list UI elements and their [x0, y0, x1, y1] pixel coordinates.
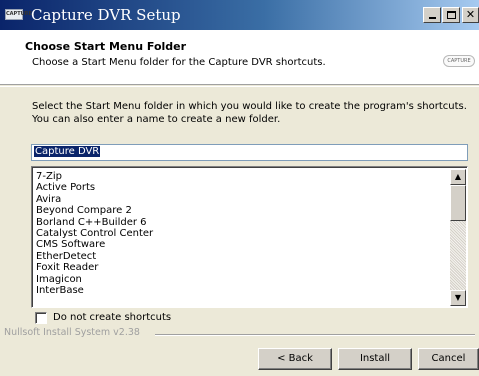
page-title: Choose Start Menu Folder: [25, 40, 187, 53]
folder-name-input[interactable]: Capture DVR: [31, 144, 468, 161]
page-header: Choose Start Menu Folder Choose a Start …: [0, 30, 479, 85]
installer-branding: Nullsoft Install System v2.38: [4, 327, 140, 338]
window-title: Capture DVR Setup: [31, 6, 181, 24]
instructions-text: Select the Start Menu folder in which yo…: [32, 101, 467, 125]
folder-list-items: 7-Zip Active Ports Avira Beyond Compare 2 Bo…: [36, 171, 153, 296]
page-subtitle: Choose a Start Menu folder for the Captu…: [32, 57, 326, 68]
scrollbar-thumb[interactable]: [450, 185, 466, 221]
folder-list-item[interactable]: Beyond Compare 2: [36, 205, 153, 216]
no-shortcuts-checkbox[interactable]: [35, 312, 47, 324]
app-icon: CAPTURE: [5, 9, 32, 20]
folder-list-item[interactable]: Borland C++Builder 6: [36, 217, 153, 228]
no-shortcuts-label: Do not create shortcuts: [53, 312, 172, 323]
folder-list-item[interactable]: EtherDetect: [36, 251, 153, 262]
folder-list-item[interactable]: 7-Zip: [36, 171, 153, 182]
capture-logo: CAPTURE: [443, 55, 475, 67]
footer-divider: [155, 334, 475, 336]
folder-list-item[interactable]: Active Ports: [36, 182, 153, 193]
install-button-label: Install: [359, 353, 391, 364]
back-button-label: < Back: [277, 353, 313, 364]
maximize-icon: [446, 11, 456, 19]
header-divider: [0, 86, 479, 87]
cancel-button-label: Cancel: [431, 353, 466, 364]
title-bar[interactable]: CAPTURE Capture DVR Setup ✕: [0, 0, 479, 30]
folder-name-value: Capture DVR: [34, 146, 101, 157]
folder-list-item[interactable]: CMS Software: [36, 239, 153, 250]
scroll-down-icon: ▼: [454, 293, 462, 302]
install-button[interactable]: Install: [338, 348, 412, 370]
folder-list-item[interactable]: Foxit Reader: [36, 262, 153, 273]
scroll-up-icon: ▲: [454, 172, 462, 181]
folder-list-item[interactable]: InterBase: [36, 285, 153, 296]
minimize-button[interactable]: [423, 7, 441, 23]
start-menu-folder-list[interactable]: 7-Zip Active Ports Avira Beyond Compare 2 Bo…: [31, 166, 468, 308]
minimize-icon: [428, 17, 436, 19]
scroll-up-button[interactable]: ▲: [450, 169, 466, 185]
back-button[interactable]: < Back: [258, 348, 332, 370]
close-button[interactable]: ✕: [462, 7, 479, 23]
maximize-button[interactable]: [442, 7, 460, 23]
folder-list-item[interactable]: Avira: [36, 194, 153, 205]
folder-list-scrollbar[interactable]: ▲ ▼: [450, 169, 466, 306]
cancel-button[interactable]: Cancel: [418, 348, 479, 370]
close-icon: ✕: [465, 8, 476, 21]
folder-list-item[interactable]: Catalyst Control Center: [36, 228, 153, 239]
folder-list-item[interactable]: Imagicon: [36, 274, 153, 285]
scroll-down-button[interactable]: ▼: [450, 290, 466, 306]
